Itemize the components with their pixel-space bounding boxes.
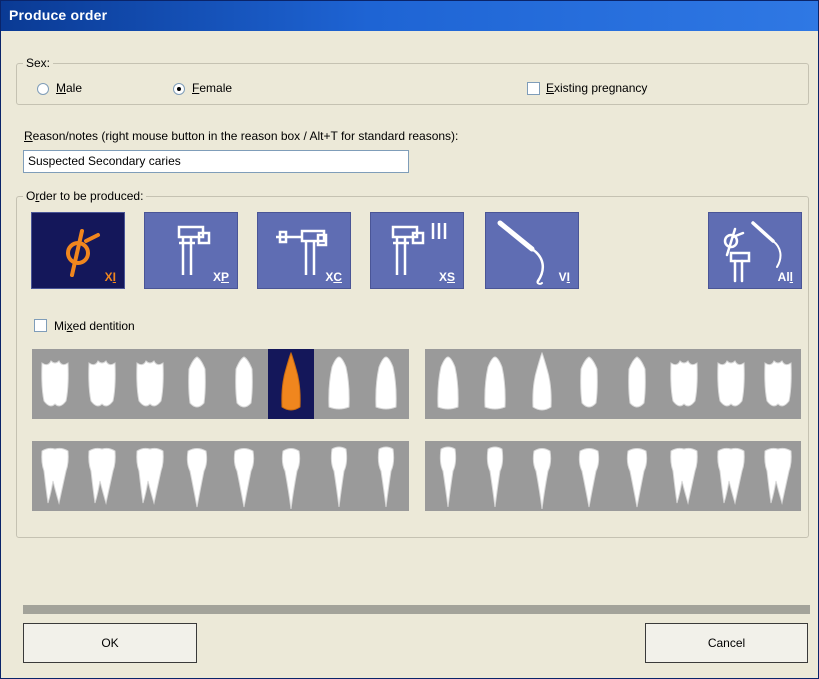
tooth-icon — [88, 360, 116, 407]
lower-premolar-tooth[interactable] — [566, 441, 612, 511]
upper-molar-tooth[interactable] — [661, 349, 707, 419]
tooth-icon — [439, 446, 457, 508]
tooth-icon — [41, 360, 69, 407]
lower-canine-tooth[interactable] — [519, 441, 565, 511]
tooth-icon — [136, 360, 164, 407]
tooth-icon — [578, 448, 600, 508]
tooth-icon — [486, 446, 504, 508]
tooth-icon — [330, 446, 348, 508]
tooth-icon — [377, 446, 395, 508]
tooth-icon — [375, 356, 397, 410]
upper-incisor-tooth[interactable] — [363, 349, 409, 419]
lower-incisor-tooth[interactable] — [425, 441, 471, 511]
title-bar[interactable]: Produce order — [1, 1, 818, 31]
upper-canine-tooth[interactable] — [519, 349, 565, 419]
upper-molar-tooth[interactable] — [127, 349, 173, 419]
upper-incisor-tooth[interactable] — [316, 349, 362, 419]
lower-molar-tooth[interactable] — [32, 441, 78, 511]
lower-incisor-tooth[interactable] — [316, 441, 362, 511]
tooth-icon — [233, 448, 255, 508]
lower-molar-tooth[interactable] — [127, 441, 173, 511]
order-legend: Order to be produced: — [23, 189, 147, 203]
tooth-icon — [484, 356, 506, 410]
mixed-dentition-checkbox[interactable] — [34, 319, 47, 332]
order-type-xi-code: XI — [104, 270, 116, 284]
lower-molar-tooth[interactable] — [708, 441, 754, 511]
tooth-icon — [532, 351, 552, 411]
upper-premolar-tooth[interactable] — [614, 349, 660, 419]
tooth-icon — [532, 448, 552, 510]
order-type-xp-button[interactable]: XP — [144, 212, 238, 289]
lower-right-teeth-row — [425, 441, 801, 511]
upper-premolar-tooth[interactable] — [174, 349, 220, 419]
tooth-icon — [626, 448, 648, 508]
tooth-icon — [235, 356, 253, 408]
tooth-icon — [281, 448, 301, 510]
lower-premolar-tooth[interactable] — [174, 441, 220, 511]
lower-left-teeth-row — [32, 441, 409, 511]
upper-premolar-tooth[interactable] — [221, 349, 267, 419]
male-label[interactable]: Male — [56, 81, 82, 95]
order-type-all-button[interactable]: All — [708, 212, 802, 289]
order-type-xs-code: XS — [438, 270, 455, 284]
tooth-icon — [764, 447, 792, 504]
female-label[interactable]: Female — [192, 81, 232, 95]
tooth-icon — [670, 447, 698, 504]
mixed-dentition-label[interactable]: Mixed dentition — [54, 319, 135, 333]
separator-bar — [23, 605, 810, 614]
reason-input[interactable]: Suspected Secondary caries — [23, 150, 409, 173]
upper-incisor-tooth[interactable] — [472, 349, 518, 419]
order-type-xs-button[interactable]: XS — [370, 212, 464, 289]
order-type-xi-button[interactable]: XI — [31, 212, 125, 289]
order-type-xp-code: XP — [212, 270, 229, 284]
lower-canine-tooth[interactable] — [268, 441, 314, 511]
reason-label: Reason/notes (right mouse button in the … — [24, 129, 459, 143]
order-type-all-code: All — [777, 270, 793, 284]
upper-canine-tooth[interactable] — [268, 349, 314, 419]
upper-premolar-tooth[interactable] — [566, 349, 612, 419]
upper-molar-tooth[interactable] — [708, 349, 754, 419]
cancel-button[interactable]: Cancel — [645, 623, 808, 663]
tooth-icon — [281, 351, 301, 411]
tooth-icon — [628, 356, 646, 408]
lower-premolar-tooth[interactable] — [221, 441, 267, 511]
upper-molar-tooth[interactable] — [79, 349, 125, 419]
upper-left-teeth-row — [32, 349, 409, 419]
lower-molar-tooth[interactable] — [755, 441, 801, 511]
lower-molar-tooth[interactable] — [79, 441, 125, 511]
tooth-icon — [188, 356, 206, 408]
lower-premolar-tooth[interactable] — [614, 441, 660, 511]
produce-order-dialog: Produce order Sex: Male Female Existing … — [0, 0, 819, 679]
upper-molar-tooth[interactable] — [755, 349, 801, 419]
tooth-icon — [670, 360, 698, 407]
tooth-icon — [41, 447, 69, 504]
order-type-vi-button[interactable]: VI — [485, 212, 579, 289]
tooth-icon — [764, 360, 792, 407]
tooth-icon — [328, 356, 350, 410]
tooth-icon — [437, 356, 459, 410]
tooth-icon — [136, 447, 164, 504]
upper-incisor-tooth[interactable] — [425, 349, 471, 419]
lower-molar-tooth[interactable] — [661, 441, 707, 511]
male-radio[interactable] — [37, 83, 49, 95]
upper-molar-tooth[interactable] — [32, 349, 78, 419]
lower-incisor-tooth[interactable] — [472, 441, 518, 511]
order-type-xc-button[interactable]: XC — [257, 212, 351, 289]
tooth-icon — [88, 447, 116, 504]
lower-incisor-tooth[interactable] — [363, 441, 409, 511]
sex-group: Sex: — [16, 56, 809, 105]
order-type-vi-code: VI — [558, 270, 570, 284]
sex-legend: Sex: — [23, 56, 54, 70]
existing-pregnancy-label[interactable]: Existing pregnancy — [546, 81, 647, 95]
tooth-icon — [717, 447, 745, 504]
upper-right-teeth-row — [425, 349, 801, 419]
female-radio[interactable] — [173, 83, 185, 95]
window-title: Produce order — [9, 7, 108, 23]
tooth-icon — [580, 356, 598, 408]
order-type-xc-code: XC — [325, 270, 342, 284]
ok-button[interactable]: OK — [23, 623, 197, 663]
tooth-icon — [186, 448, 208, 508]
tooth-icon — [717, 360, 745, 407]
existing-pregnancy-checkbox[interactable] — [527, 82, 540, 95]
